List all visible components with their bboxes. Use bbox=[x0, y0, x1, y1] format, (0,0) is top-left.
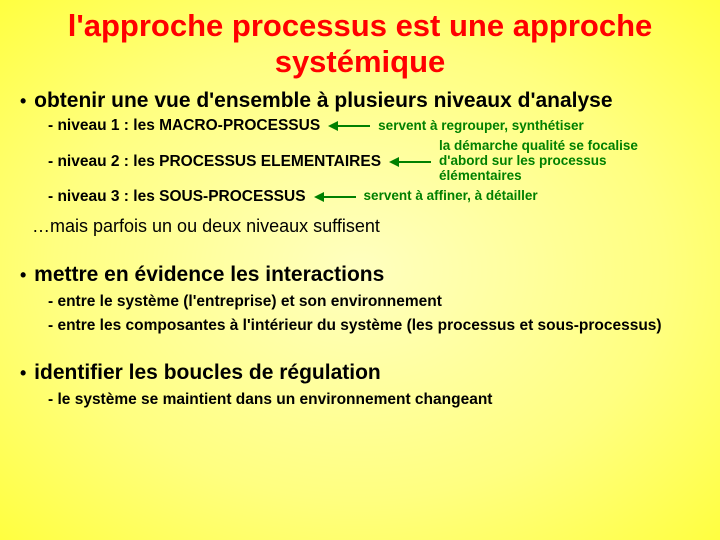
level-2-label: - niveau 2 : les PROCESSUS ELEMENTAIRES bbox=[48, 153, 381, 171]
overview-note: …mais parfois un ou deux niveaux suffise… bbox=[12, 216, 708, 237]
bullet-regulation: • identifier les boucles de régulation bbox=[12, 361, 708, 385]
level-1-label: - niveau 1 : les MACRO-PROCESSUS bbox=[48, 117, 320, 135]
bullet-interactions: • mettre en évidence les interactions bbox=[12, 263, 708, 287]
bullet-regulation-text: identifier les boucles de régulation bbox=[34, 361, 381, 384]
level-3-annotation: servent à affiner, à détailler bbox=[364, 189, 538, 204]
arrow-left-icon bbox=[328, 119, 370, 133]
interactions-sub-2: - entre les composantes à l'intérieur du… bbox=[12, 317, 708, 335]
bullet-dot-icon: • bbox=[20, 265, 26, 285]
level-3-label: - niveau 3 : les SOUS-PROCESSUS bbox=[48, 188, 306, 206]
bullet-dot-icon: • bbox=[20, 363, 26, 383]
bullet-dot-icon: • bbox=[20, 91, 26, 111]
level-row-3: - niveau 3 : les SOUS-PROCESSUS servent … bbox=[12, 188, 708, 206]
arrow-left-icon bbox=[314, 190, 356, 204]
level-1-annotation: servent à regrouper, synthétiser bbox=[378, 119, 584, 134]
slide-content: l'approche processus est une approche sy… bbox=[0, 0, 720, 427]
bullet-overview: • obtenir une vue d'ensemble à plusieurs… bbox=[12, 89, 708, 113]
level-2-annotation: la démarche qualité se focalise d'abord … bbox=[439, 139, 679, 184]
bullet-overview-text: obtenir une vue d'ensemble à plusieurs n… bbox=[34, 89, 612, 112]
bullet-interactions-text: mettre en évidence les interactions bbox=[34, 263, 384, 286]
title-line-1: l'approche processus est une approche bbox=[68, 8, 653, 43]
title-line-2: systémique bbox=[275, 44, 446, 79]
slide-title: l'approche processus est une approche sy… bbox=[12, 8, 708, 79]
regulation-sub-1: - le système se maintient dans un enviro… bbox=[12, 391, 708, 409]
level-row-2: - niveau 2 : les PROCESSUS ELEMENTAIRES … bbox=[12, 139, 708, 184]
interactions-sub-1: - entre le système (l'entreprise) et son… bbox=[12, 293, 708, 311]
arrow-left-icon bbox=[389, 155, 431, 169]
level-row-1: - niveau 1 : les MACRO-PROCESSUS servent… bbox=[12, 117, 708, 135]
